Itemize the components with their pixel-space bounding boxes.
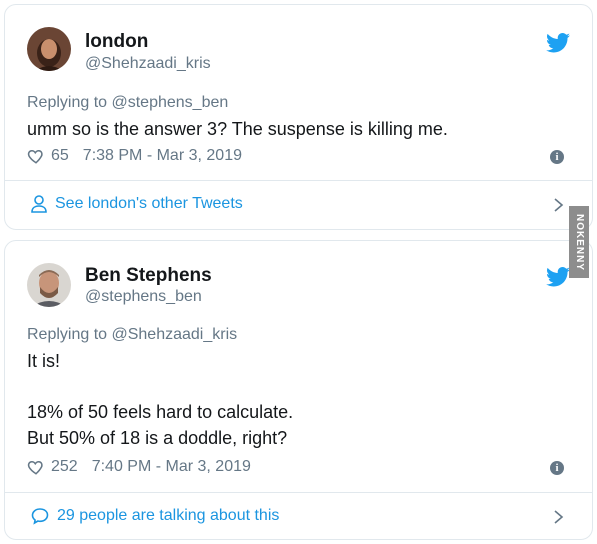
person-icon: [31, 195, 47, 213]
watermark-badge: NOKENNY: [569, 206, 589, 278]
avatar-london[interactable]: [27, 27, 71, 71]
tweet-text-line: It is!: [27, 351, 61, 371]
replying-to[interactable]: Replying to @stephens_ben: [27, 94, 228, 112]
tweet-meta: 65 7:38 PM - Mar 3, 2019: [27, 146, 242, 166]
info-icon[interactable]: i: [550, 461, 564, 475]
tweet-text-line: But 50% of 18 is a doddle, right?: [27, 428, 288, 448]
tweet-text-line: 18% of 50 feels hard to calculate.: [27, 402, 294, 422]
info-icon[interactable]: i: [550, 150, 564, 164]
user-handle[interactable]: @stephens_ben: [85, 288, 202, 306]
twitter-bird-icon[interactable]: [546, 267, 570, 287]
display-name[interactable]: london: [85, 31, 148, 53]
heart-icon[interactable]: [27, 458, 45, 476]
speech-bubble-icon: [31, 508, 49, 525]
timestamp[interactable]: 7:40 PM - Mar 3, 2019: [92, 458, 251, 476]
like-count[interactable]: 252: [51, 458, 78, 476]
divider: [5, 180, 592, 181]
divider: [5, 492, 592, 493]
user-handle[interactable]: @Shehzaadi_kris: [85, 55, 211, 73]
watermark-text: NOKENNY: [573, 213, 585, 271]
footer-link-label: 29 people are talking about this: [57, 507, 280, 524]
heart-icon[interactable]: [27, 147, 45, 165]
tweet-card-london[interactable]: london @Shehzaadi_kris Replying to @step…: [4, 4, 593, 230]
tweet-meta: 252 7:40 PM - Mar 3, 2019: [27, 457, 251, 477]
chevron-right-icon[interactable]: [552, 197, 566, 213]
like-count[interactable]: 65: [51, 147, 69, 165]
twitter-bird-icon[interactable]: [546, 33, 570, 53]
display-name[interactable]: Ben Stephens: [85, 265, 212, 287]
tweet-text-line: umm so is the answer 3? The suspense is …: [27, 119, 448, 139]
replying-to[interactable]: Replying to @Shehzaadi_kris: [27, 326, 237, 344]
chevron-right-icon[interactable]: [552, 509, 566, 525]
avatar-ben-stephens[interactable]: [27, 263, 71, 307]
people-talking-link[interactable]: 29 people are talking about this: [31, 505, 279, 527]
tweet-card-ben-stephens[interactable]: Ben Stephens @stephens_ben Replying to @…: [4, 240, 593, 540]
timestamp[interactable]: 7:38 PM - Mar 3, 2019: [83, 147, 242, 165]
footer-link-label: See london's other Tweets: [55, 195, 243, 212]
see-other-tweets-link[interactable]: See london's other Tweets: [31, 193, 243, 215]
